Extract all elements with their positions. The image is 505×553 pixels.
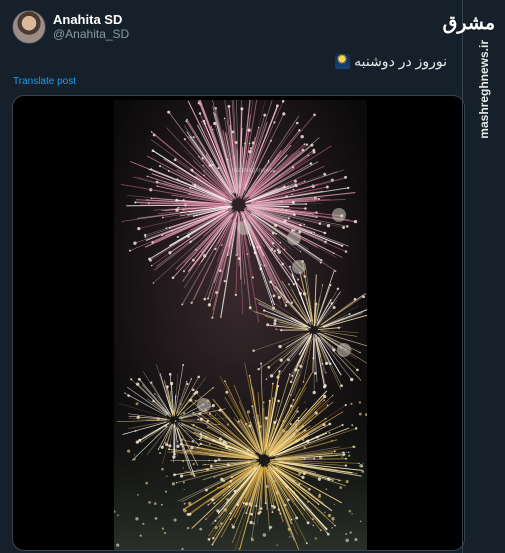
brand-logo: مشرق <box>442 12 495 34</box>
author-info: Anahita SD @Anahita_SD <box>53 12 129 42</box>
display-name[interactable]: Anahita SD <box>53 12 129 28</box>
fireworks-video[interactable]: mashreghnews <box>114 100 367 550</box>
sunrise-sparkle-icon <box>335 54 351 69</box>
fireworks-image: mashreghnews <box>114 100 367 550</box>
media-container[interactable]: mashreghnews <box>12 95 465 551</box>
video-watermark: mashreghnews <box>232 168 273 174</box>
tweet-text-content: نوروز در دوشنبه <box>354 53 447 69</box>
tweet-text: نوروز در دوشنبه <box>335 53 447 70</box>
brand-sidebar: مشرق mashreghnews.ir <box>443 0 505 553</box>
user-handle[interactable]: @Anahita_SD <box>53 27 129 42</box>
brand-url: mashreghnews.ir <box>477 40 491 139</box>
translate-post-link[interactable]: Translate post <box>13 76 76 87</box>
avatar[interactable] <box>12 10 46 44</box>
tweet-header: Anahita SD @Anahita_SD <box>12 10 129 44</box>
brand-url-wrapper: mashreghnews.ir <box>477 40 493 139</box>
